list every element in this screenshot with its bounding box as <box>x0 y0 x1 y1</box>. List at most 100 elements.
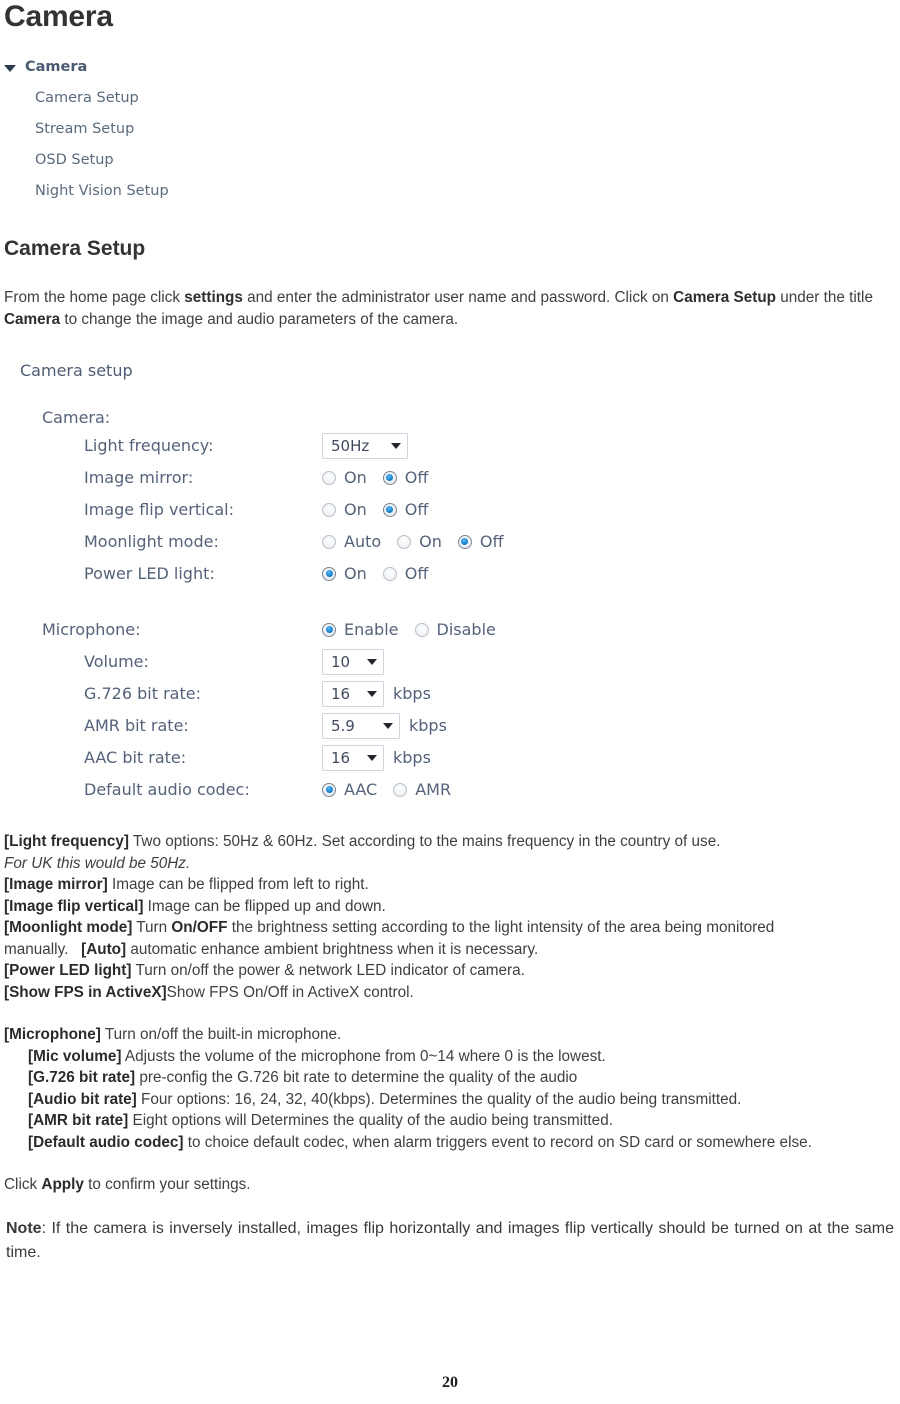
radio-icon[interactable] <box>322 502 336 517</box>
desc-term-power-led: [Power LED light] <box>4 962 132 979</box>
microphone-enable-option[interactable]: Enable <box>322 619 399 641</box>
image-flip-on-label: On <box>344 499 367 519</box>
light-frequency-select[interactable]: 50Hz <box>322 432 408 459</box>
microphone-settings-group: Microphone: Enable Disable Volume: 10 G.… <box>12 614 898 805</box>
desc-amr-bitrate: [AMR bit rate] Eight options will Determ… <box>4 1110 898 1132</box>
g726-bit-rate-select[interactable]: 16 <box>322 680 384 707</box>
amr-bit-rate-select[interactable]: 5.9 <box>322 712 400 739</box>
radio-selected-icon[interactable] <box>322 622 336 637</box>
microphone-disable-label: Disable <box>436 619 496 639</box>
codec-amr-option[interactable]: AMR <box>393 779 451 801</box>
power-led-on-label: On <box>344 563 367 583</box>
note-label: Note <box>6 1219 42 1237</box>
radio-icon[interactable] <box>393 782 408 797</box>
radio-selected-icon[interactable] <box>322 566 336 581</box>
microphone-enable-label: Enable <box>344 619 399 639</box>
sidebar-item-camera-setup[interactable]: Camera Setup <box>4 87 898 109</box>
radio-icon[interactable] <box>322 534 336 549</box>
image-mirror-off-option[interactable]: Off <box>382 467 429 489</box>
desc-text-default-codec: to choice default codec, when alarm trig… <box>183 1133 812 1151</box>
power-led-off-option[interactable]: Off <box>382 563 429 585</box>
desc-text-image-mirror: Image can be flipped from left to right. <box>107 876 369 893</box>
radio-selected-icon[interactable] <box>382 502 397 517</box>
chevron-down-icon <box>383 722 393 729</box>
desc-term-moonlight: [Moonlight mode] <box>4 919 133 936</box>
desc-term-auto: [Auto] <box>81 940 127 958</box>
image-flip-on-option[interactable]: On <box>322 499 367 521</box>
desc-text-moonlight-1: Turn <box>132 919 172 936</box>
row-microphone: Microphone: Enable Disable <box>12 614 898 645</box>
desc-light-frequency: [Light frequency] Two options: 50Hz & 60… <box>4 831 898 853</box>
image-mirror-on-option[interactable]: On <box>322 467 367 489</box>
image-flip-off-option[interactable]: Off <box>382 499 428 521</box>
row-image-flip-vertical: Image flip vertical: On Off <box>12 494 898 525</box>
desc-default-codec: [Default audio codec] to choice default … <box>4 1132 898 1154</box>
image-mirror-on-label: On <box>344 467 367 487</box>
intro-bold-settings: settings <box>184 289 243 306</box>
desc-g726: [G.726 bit rate] pre-config the G.726 bi… <box>4 1067 898 1089</box>
desc-term-audio-bitrate: [Audio bit rate] <box>28 1090 137 1108</box>
desc-text-mic-volume: Adjusts the volume of the microphone fro… <box>121 1047 606 1065</box>
desc-audio-bitrate: [Audio bit rate] Four options: 16, 24, 3… <box>4 1089 898 1111</box>
sidebar-item-stream-setup[interactable]: Stream Setup <box>4 118 898 140</box>
moonlight-auto-option[interactable]: Auto <box>322 531 381 553</box>
desc-bold-onoff: On/OFF <box>171 919 228 936</box>
page-title: Camera <box>4 0 113 33</box>
desc-text-amr-bitrate: Eight options will Determines the qualit… <box>128 1112 613 1129</box>
image-mirror-off-label: Off <box>404 467 429 487</box>
row-power-led-light: Power LED light: On Off <box>12 558 898 589</box>
section-heading: Camera Setup <box>4 237 146 260</box>
desc-text-show-fps: Show FPS On/Off in ActiveX control. <box>166 983 414 1001</box>
chevron-down-icon <box>367 690 377 697</box>
desc-text-microphone: Turn on/off the built-in microphone. <box>100 1026 342 1043</box>
desc-text-auto: automatic enhance ambient brightness whe… <box>126 940 539 958</box>
note-text: : If the camera is inversely installed, … <box>6 1219 894 1261</box>
label-volume: Volume: <box>84 651 149 671</box>
intro-bold-camera: Camera <box>4 310 61 328</box>
desc-text-audio-bitrate: Four options: 16, 24, 32, 40(kbps). Dete… <box>136 1090 742 1108</box>
nav-root-camera[interactable]: Camera <box>4 56 898 78</box>
power-led-on-option[interactable]: On <box>322 563 367 585</box>
power-led-off-label: Off <box>404 563 429 583</box>
volume-select[interactable]: 10 <box>322 648 384 675</box>
desc-moonlight: [Moonlight mode] Turn On/OFF the brightn… <box>4 917 898 960</box>
codec-aac-option[interactable]: AAC <box>322 779 377 801</box>
radio-icon[interactable] <box>397 534 412 549</box>
moonlight-off-option[interactable]: Off <box>457 531 504 553</box>
aac-bit-rate-value: 16 <box>331 748 351 767</box>
aac-bit-rate-select[interactable]: 16 <box>322 744 384 771</box>
light-frequency-value: 50Hz <box>331 436 370 455</box>
note-paragraph: Note: If the camera is inversely install… <box>4 1217 898 1265</box>
desc-term-image-mirror: [Image mirror] <box>4 876 108 893</box>
desc-term-microphone: [Microphone] <box>4 1026 101 1043</box>
radio-icon[interactable] <box>414 622 429 637</box>
desc-mic-volume: [Mic volume] Adjusts the volume of the m… <box>4 1046 898 1068</box>
row-amr-bit-rate: AMR bit rate: 5.9 kbps <box>12 710 898 741</box>
radio-selected-icon[interactable] <box>322 782 336 797</box>
label-amr-bit-rate: AMR bit rate: <box>84 715 189 735</box>
label-g726-bit-rate: G.726 bit rate: <box>84 683 201 703</box>
row-g726-bit-rate: G.726 bit rate: 16 kbps <box>12 678 898 709</box>
sidebar-item-night-vision-setup[interactable]: Night Vision Setup <box>4 180 898 202</box>
desc-show-fps: [Show FPS in ActiveX]Show FPS On/Off in … <box>4 982 898 1004</box>
apply-text-2: to confirm your settings. <box>83 1176 251 1193</box>
codec-amr-label: AMR <box>415 779 452 799</box>
intro-text-4: to change the image and audio parameters… <box>60 310 459 328</box>
microphone-disable-option[interactable]: Disable <box>414 619 496 641</box>
desc-power-led: [Power LED light] Turn on/off the power … <box>4 960 898 982</box>
radio-selected-icon[interactable] <box>457 534 472 549</box>
desc-term-g726: [G.726 bit rate] <box>28 1069 136 1086</box>
apply-text-1: Click <box>4 1176 42 1193</box>
moonlight-on-option[interactable]: On <box>397 531 442 553</box>
desc-term-mic-volume: [Mic volume] <box>28 1047 122 1065</box>
codec-aac-label: AAC <box>344 779 378 799</box>
triangle-down-icon[interactable] <box>4 64 16 72</box>
radio-selected-icon[interactable] <box>382 470 397 485</box>
desc-term-light-frequency: [Light frequency] <box>4 833 129 850</box>
document-page: Camera Camera Camera Setup Stream Setup … <box>0 0 900 1404</box>
radio-icon[interactable] <box>382 566 397 581</box>
radio-icon[interactable] <box>322 470 336 485</box>
sidebar-item-osd-setup[interactable]: OSD Setup <box>4 149 898 171</box>
